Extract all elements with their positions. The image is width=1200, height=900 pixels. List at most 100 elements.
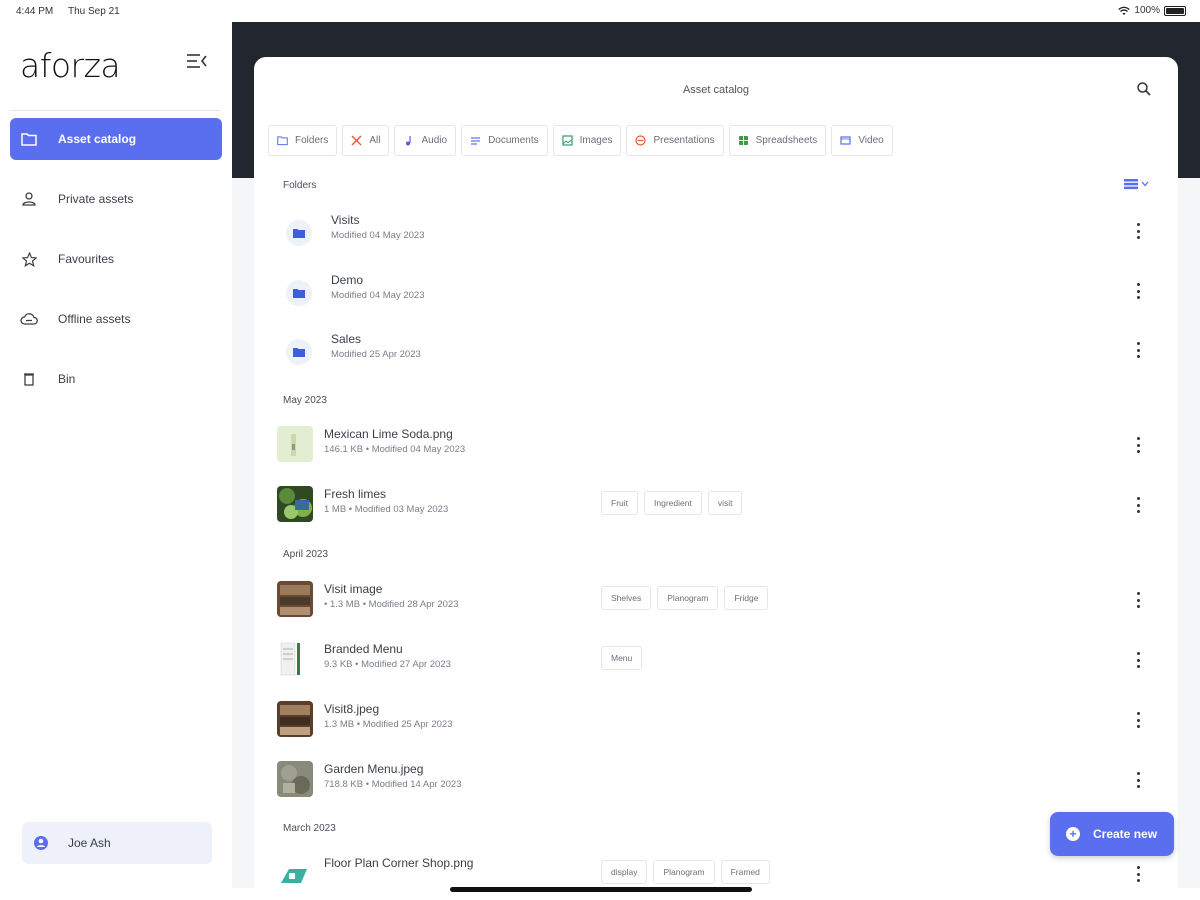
file-thumbnail	[277, 426, 313, 462]
folder-name: Visits	[331, 213, 360, 227]
file-thumbnail	[277, 641, 313, 677]
more-options-icon[interactable]	[1134, 437, 1142, 453]
sidebar-item-offline-assets[interactable]: Offline assets	[10, 298, 222, 340]
more-options-icon[interactable]	[1134, 712, 1142, 728]
sidebar-item-bin[interactable]: Bin	[10, 358, 222, 400]
folder-icon	[286, 339, 312, 365]
filter-label: Documents	[488, 135, 539, 146]
file-name: Garden Menu.jpeg	[324, 762, 424, 776]
more-options-icon[interactable]	[1134, 652, 1142, 668]
tag[interactable]: Fruit	[601, 491, 638, 515]
star-icon	[20, 250, 38, 268]
list-view-icon	[1124, 179, 1138, 190]
folder-icon	[277, 136, 288, 146]
folder-row[interactable]: Visits Modified 04 May 2023	[254, 201, 1178, 261]
status-date: Thu Sep 21	[68, 6, 120, 17]
video-icon	[840, 136, 851, 145]
file-thumbnail	[277, 855, 313, 888]
tag[interactable]: visit	[707, 491, 743, 515]
cloud-offline-icon	[20, 310, 38, 328]
filter-spreadsheets[interactable]: Spreadsheets	[728, 125, 827, 156]
file-thumbnail	[277, 761, 313, 797]
sidebar-item-asset-catalog[interactable]: Asset catalog	[10, 118, 222, 160]
tag[interactable]: Framed	[720, 860, 770, 884]
status-bar: 4:44 PM Thu Sep 21 100%	[0, 0, 1200, 22]
page-title: Asset catalog	[682, 84, 750, 96]
file-meta: 9.3 KB • Modified 27 Apr 2023	[324, 659, 451, 670]
music-icon	[406, 136, 412, 146]
search-icon[interactable]	[1136, 81, 1152, 97]
tag[interactable]: Shelves	[601, 586, 652, 610]
filter-label: All	[369, 135, 381, 146]
folder-icon	[20, 130, 38, 148]
plus-icon: +	[1066, 827, 1080, 841]
file-row[interactable]: Mexican Lime Soda.png 146.1 KB • Modifie…	[254, 415, 1178, 475]
section-may-2023: May 2023	[283, 395, 327, 406]
sidebar-item-label: Asset catalog	[58, 132, 137, 146]
filter-label: Audio	[421, 135, 448, 146]
sidebar-item-favourites[interactable]: Favourites	[10, 238, 222, 280]
folder-name: Demo	[331, 273, 364, 287]
file-tags: Fruit Ingredient visit	[601, 491, 743, 515]
tag[interactable]: Ingredient	[644, 491, 702, 515]
file-row[interactable]: Garden Menu.jpeg 718.8 KB • Modified 14 …	[254, 750, 1178, 810]
filter-presentations[interactable]: Presentations	[626, 125, 724, 156]
more-options-icon[interactable]	[1134, 497, 1142, 513]
more-options-icon[interactable]	[1134, 772, 1142, 788]
file-thumbnail	[277, 486, 313, 522]
view-toggle[interactable]	[1124, 177, 1154, 191]
more-options-icon[interactable]	[1134, 283, 1142, 299]
tag[interactable]: display	[601, 860, 648, 884]
tag[interactable]: Planogram	[653, 860, 715, 884]
folder-row[interactable]: Demo Modified 04 May 2023	[254, 261, 1178, 321]
file-name: Visit8.jpeg	[324, 702, 380, 716]
folder-icon	[286, 220, 312, 246]
sidebar-item-private-assets[interactable]: Private assets	[10, 178, 222, 220]
file-meta: 718.8 KB • Modified 14 Apr 2023	[324, 779, 462, 790]
file-row[interactable]: Visit8.jpeg 1.3 MB • Modified 25 Apr 202…	[254, 690, 1178, 750]
file-row[interactable]: Visit image • 1.3 MB • Modified 28 Apr 2…	[254, 570, 1178, 630]
file-tags: Shelves Planogram Fridge	[601, 586, 769, 610]
battery-icon	[1164, 5, 1186, 16]
filter-video[interactable]: Video	[831, 125, 893, 156]
collapse-sidebar-icon[interactable]	[186, 52, 208, 70]
file-thumbnail	[277, 701, 313, 737]
chevron-down-icon	[1141, 181, 1149, 187]
filter-folders[interactable]: Folders	[268, 125, 338, 156]
filter-label: Folders	[295, 135, 329, 146]
file-row[interactable]: Fresh limes 1 MB • Modified 03 May 2023 …	[254, 475, 1178, 535]
x-icon	[351, 135, 362, 146]
create-new-label: Create new	[1093, 827, 1158, 841]
file-row[interactable]: Floor Plan Corner Shop.png display Plano…	[254, 844, 1178, 888]
file-row[interactable]: Branded Menu 9.3 KB • Modified 27 Apr 20…	[254, 630, 1178, 690]
filter-images[interactable]: Images	[552, 125, 622, 156]
section-april-2023: April 2023	[283, 549, 329, 560]
file-meta: 1.3 MB • Modified 25 Apr 2023	[324, 719, 453, 730]
filter-documents[interactable]: Documents	[461, 125, 548, 156]
file-name: Floor Plan Corner Shop.png	[324, 856, 474, 870]
filter-label: Images	[579, 135, 613, 146]
home-indicator	[450, 887, 752, 892]
more-options-icon[interactable]	[1134, 223, 1142, 239]
more-options-icon[interactable]	[1134, 592, 1142, 608]
file-thumbnail	[277, 581, 313, 617]
tag[interactable]: Menu	[601, 646, 643, 670]
asset-catalog-panel: Asset catalog Folders All Audio Document…	[254, 57, 1178, 888]
document-icon	[471, 137, 481, 145]
filter-all[interactable]: All	[342, 125, 390, 156]
filter-audio[interactable]: Audio	[394, 125, 457, 156]
tag[interactable]: Fridge	[724, 586, 769, 610]
status-time: 4:44 PM	[16, 6, 54, 17]
folder-icon	[286, 280, 312, 306]
sidebar-nav: Asset catalog Private assets Favourites …	[10, 118, 222, 418]
filter-label: Video	[858, 135, 884, 146]
user-profile-button[interactable]: Joe Ash	[22, 822, 212, 864]
more-options-icon[interactable]	[1134, 342, 1142, 358]
spreadsheet-icon	[738, 136, 748, 145]
more-options-icon[interactable]	[1134, 866, 1142, 882]
tag[interactable]: Planogram	[657, 586, 719, 610]
folder-row[interactable]: Sales Modified 25 Apr 2023	[254, 320, 1178, 380]
file-meta: 146.1 KB • Modified 04 May 2023	[324, 444, 466, 455]
file-name: Mexican Lime Soda.png	[324, 427, 453, 441]
create-new-button[interactable]: + Create new	[1050, 812, 1174, 856]
